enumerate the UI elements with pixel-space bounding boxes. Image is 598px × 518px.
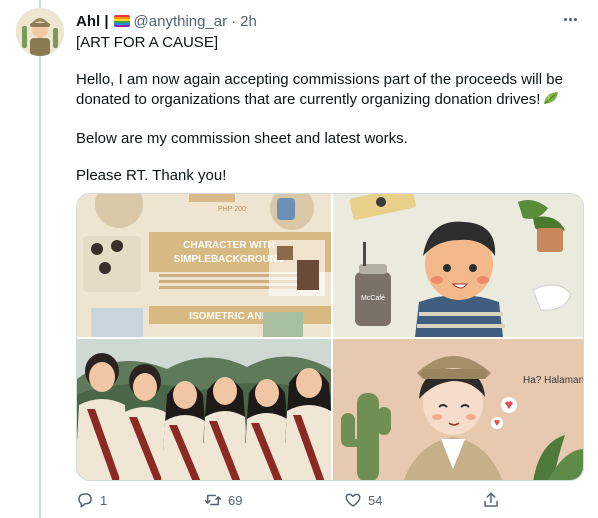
tweet[interactable]: Ahl | @anything_ar · 2h [ART FOR A CAUSE… xyxy=(0,0,598,518)
media-commission-sheet[interactable]: PHP 200 CHARACTER WITH SIMPLEBACKGROUND … xyxy=(77,194,331,337)
timestamp[interactable]: 2h xyxy=(240,13,257,30)
more-icon[interactable] xyxy=(560,10,580,28)
tweet-line-3: Below are my commission sheet and latest… xyxy=(76,130,408,147)
tweet-line-1: [ART FOR A CAUSE] xyxy=(76,34,218,51)
media-boy-illustration[interactable]: McCafé xyxy=(333,194,583,337)
tweet-line-2-text: Hello, I am now again accepting commissi… xyxy=(76,71,563,108)
rainbow-flag-icon xyxy=(113,15,130,27)
commission-heading-1: CHARACTER WITH xyxy=(183,240,275,251)
like-icon xyxy=(345,493,361,507)
avatar-illustration xyxy=(16,8,64,56)
tweet-line-4: Please RT. Thank you! xyxy=(76,167,227,184)
commission-price-text: PHP 200 xyxy=(218,206,246,213)
reply-count: 1 xyxy=(100,492,108,508)
avatar[interactable] xyxy=(16,8,64,56)
cactus-illustration-image: Ha? Halaman xyxy=(333,339,584,480)
tumbler-label: McCafé xyxy=(361,295,385,302)
like-button[interactable]: 54 xyxy=(344,488,382,512)
leaf-icon xyxy=(542,90,560,112)
tweet-line-2: Hello, I am now again accepting commissi… xyxy=(76,70,586,112)
tweet-actions: 1 69 54 xyxy=(76,488,584,512)
retweet-count: 69 xyxy=(228,492,243,508)
like-count: 54 xyxy=(368,492,383,508)
media-group-illustration[interactable] xyxy=(77,339,331,480)
share-button[interactable] xyxy=(482,488,500,512)
commission-sheet-image: PHP 200 CHARACTER WITH SIMPLEBACKGROUND … xyxy=(77,194,331,337)
speech-text: Ha? Halaman xyxy=(523,375,584,386)
tweet-header: Ahl | @anything_ar · 2h xyxy=(76,11,257,31)
reply-button[interactable]: 1 xyxy=(76,488,107,512)
display-name[interactable]: Ahl | xyxy=(76,13,109,30)
retweet-icon xyxy=(204,494,222,506)
separator-dot: · xyxy=(231,12,237,30)
retweet-button[interactable]: 69 xyxy=(204,488,242,512)
tweet-text: [ART FOR A CAUSE] Hello, I am now again … xyxy=(76,33,586,186)
thread-line xyxy=(39,0,41,518)
group-illustration-image xyxy=(77,339,331,480)
handle[interactable]: @anything_ar xyxy=(134,13,228,30)
commission-heading-3: ISOMETRIC AND xyxy=(189,311,269,322)
media-grid[interactable]: PHP 200 CHARACTER WITH SIMPLEBACKGROUND … xyxy=(76,193,584,481)
share-icon xyxy=(484,492,498,507)
commission-heading-2: SIMPLEBACKGROUND xyxy=(174,254,285,265)
reply-icon xyxy=(78,493,92,508)
boy-illustration-image: McCafé xyxy=(333,194,583,337)
media-cactus-illustration[interactable]: Ha? Halaman xyxy=(333,339,584,480)
